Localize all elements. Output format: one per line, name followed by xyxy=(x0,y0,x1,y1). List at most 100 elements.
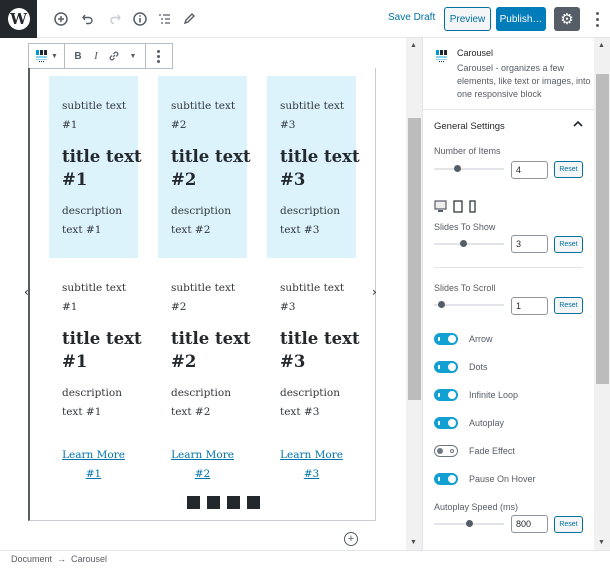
slide-subtitle[interactable]: subtitle text #1 xyxy=(62,258,142,317)
slides-to-scroll-reset-button[interactable]: Reset xyxy=(554,297,583,314)
carousel-slide[interactable]: subtitle text #3 title text #3 descripti… xyxy=(267,258,360,484)
slide-title[interactable]: title text #1 xyxy=(62,327,142,373)
slides-to-show-reset-button[interactable]: Reset xyxy=(554,236,583,253)
slide-title[interactable]: title text #1 xyxy=(62,145,142,191)
carousel-slide[interactable]: subtitle text #1 title text #1 descripti… xyxy=(49,258,142,484)
carousel-dot[interactable] xyxy=(187,496,200,509)
autoplay-speed-input[interactable]: 800 xyxy=(511,515,548,533)
editor-header: W Save Draft Preview Publish… ⚙ xyxy=(0,0,610,38)
slide-description[interactable]: description text #3 xyxy=(280,384,360,422)
slider-handle[interactable] xyxy=(438,301,445,308)
autoplay-toggle[interactable] xyxy=(434,417,458,429)
scrollbar-thumb[interactable] xyxy=(408,118,421,400)
slide-subtitle[interactable]: subtitle text #2 xyxy=(171,258,251,317)
link-button[interactable] xyxy=(105,44,123,68)
slider-handle[interactable] xyxy=(460,240,467,247)
more-dot-icon xyxy=(595,17,599,21)
slide-subtitle[interactable]: subtitle text #3 xyxy=(280,76,360,135)
scrollbar-thumb[interactable] xyxy=(596,74,609,384)
carousel-slide[interactable]: subtitle text #3 title text #3 descripti… xyxy=(267,76,360,258)
slides-to-scroll-slider[interactable] xyxy=(434,301,504,308)
slides-to-show-slider[interactable] xyxy=(434,240,504,247)
edit-icon[interactable] xyxy=(180,10,198,28)
editor-scrollbar[interactable]: ▲ ▼ xyxy=(406,38,422,550)
desktop-icon[interactable] xyxy=(434,200,447,213)
slide-subtitle[interactable]: subtitle text #1 xyxy=(62,76,142,135)
carousel-block[interactable]: subtitle text #1 title text #1 descripti… xyxy=(28,68,376,521)
block-options-button[interactable] xyxy=(150,44,168,68)
outline-icon[interactable] xyxy=(155,10,173,28)
add-block-button[interactable]: + xyxy=(344,532,358,546)
breadcrumb-carousel[interactable]: Carousel xyxy=(71,554,107,564)
sidebar-scrollbar[interactable]: ▲ ▼ xyxy=(594,38,610,550)
learn-more-link[interactable]: Learn More #1 xyxy=(62,446,125,484)
device-switcher xyxy=(434,200,476,213)
fade-effect-toggle[interactable] xyxy=(434,445,458,457)
info-icon[interactable] xyxy=(131,10,149,28)
autoplay-speed-reset-button[interactable]: Reset xyxy=(554,516,583,533)
number-of-items-reset-button[interactable]: Reset xyxy=(554,161,583,178)
carousel-slide[interactable]: subtitle text #2 title text #2 descripti… xyxy=(158,76,251,258)
save-draft-button[interactable]: Save Draft xyxy=(388,12,435,23)
number-of-items-slider[interactable] xyxy=(434,165,504,172)
number-of-items-input[interactable]: 4 xyxy=(511,161,548,179)
autoplay-speed-slider[interactable] xyxy=(434,520,504,527)
slide-title[interactable]: title text #2 xyxy=(171,145,251,191)
infinite-loop-toggle[interactable] xyxy=(434,389,458,401)
wordpress-logo-button[interactable]: W xyxy=(0,0,37,38)
slide-title[interactable]: title text #3 xyxy=(280,145,360,191)
slide-description[interactable]: description text #1 xyxy=(62,202,142,240)
slide-subtitle[interactable]: subtitle text #3 xyxy=(280,258,360,317)
gear-icon: ⚙ xyxy=(560,11,574,28)
arrow-toggle[interactable] xyxy=(434,333,458,345)
dots-toggle[interactable] xyxy=(434,361,458,373)
slide-title[interactable]: title text #3 xyxy=(280,327,360,373)
slide-subtitle[interactable]: subtitle text #2 xyxy=(171,76,251,135)
slide-description[interactable]: description text #3 xyxy=(280,202,360,240)
block-description: Carousel - organizes a few elements, lik… xyxy=(457,63,591,99)
scroll-up-icon[interactable]: ▲ xyxy=(598,42,605,49)
preview-button[interactable]: Preview xyxy=(444,7,491,31)
carousel-slide[interactable]: subtitle text #1 title text #1 descripti… xyxy=(49,76,142,258)
slide-description[interactable]: description text #1 xyxy=(62,384,142,422)
scroll-down-icon[interactable]: ▼ xyxy=(598,539,605,546)
publish-button[interactable]: Publish… xyxy=(496,7,546,31)
add-block-icon[interactable] xyxy=(52,10,70,28)
carousel-dot[interactable] xyxy=(207,496,220,509)
chevron-up-icon[interactable] xyxy=(573,120,583,131)
format-group: B I ▼ xyxy=(65,44,146,68)
tablet-icon[interactable] xyxy=(453,200,463,213)
undo-icon[interactable] xyxy=(79,10,97,28)
carousel-dot[interactable] xyxy=(227,496,240,509)
more-menu-button[interactable] xyxy=(592,8,602,30)
slide-description[interactable]: description text #2 xyxy=(171,384,251,422)
number-of-items-label: Number of Items xyxy=(434,146,501,156)
breadcrumb-document[interactable]: Document xyxy=(11,554,52,564)
slide-title[interactable]: title text #2 xyxy=(171,327,251,373)
block-switcher-button[interactable]: ▼ xyxy=(33,44,60,68)
plus-icon: + xyxy=(347,532,355,545)
carousel-prev-arrow[interactable]: ‹ xyxy=(24,285,29,299)
pause-on-hover-toggle[interactable] xyxy=(434,473,458,485)
learn-more-link[interactable]: Learn More #3 xyxy=(280,446,343,484)
mobile-icon[interactable] xyxy=(469,200,476,213)
panel-title[interactable]: General Settings xyxy=(434,121,505,132)
settings-button[interactable]: ⚙ xyxy=(554,7,580,31)
slide-description[interactable]: description text #2 xyxy=(171,202,251,240)
slider-handle[interactable] xyxy=(454,165,461,172)
carousel-slide[interactable]: subtitle text #2 title text #2 descripti… xyxy=(158,258,251,484)
scroll-down-icon[interactable]: ▼ xyxy=(410,539,417,546)
scroll-up-icon[interactable]: ▲ xyxy=(410,42,417,49)
infinite-loop-toggle-label: Infinite Loop xyxy=(469,390,519,400)
slides-to-scroll-input[interactable]: 1 xyxy=(511,297,548,315)
carousel-next-arrow[interactable]: › xyxy=(372,285,377,299)
slides-to-show-input[interactable]: 3 xyxy=(511,235,548,253)
autoplay-toggle-label: Autoplay xyxy=(469,418,505,428)
carousel-dot[interactable] xyxy=(247,496,260,509)
bold-button[interactable]: B xyxy=(69,44,87,68)
more-formats-button[interactable]: ▼ xyxy=(123,44,141,68)
italic-button[interactable]: I xyxy=(87,44,105,68)
slider-handle[interactable] xyxy=(466,520,473,527)
redo-icon[interactable] xyxy=(106,10,124,28)
learn-more-link[interactable]: Learn More #2 xyxy=(171,446,234,484)
